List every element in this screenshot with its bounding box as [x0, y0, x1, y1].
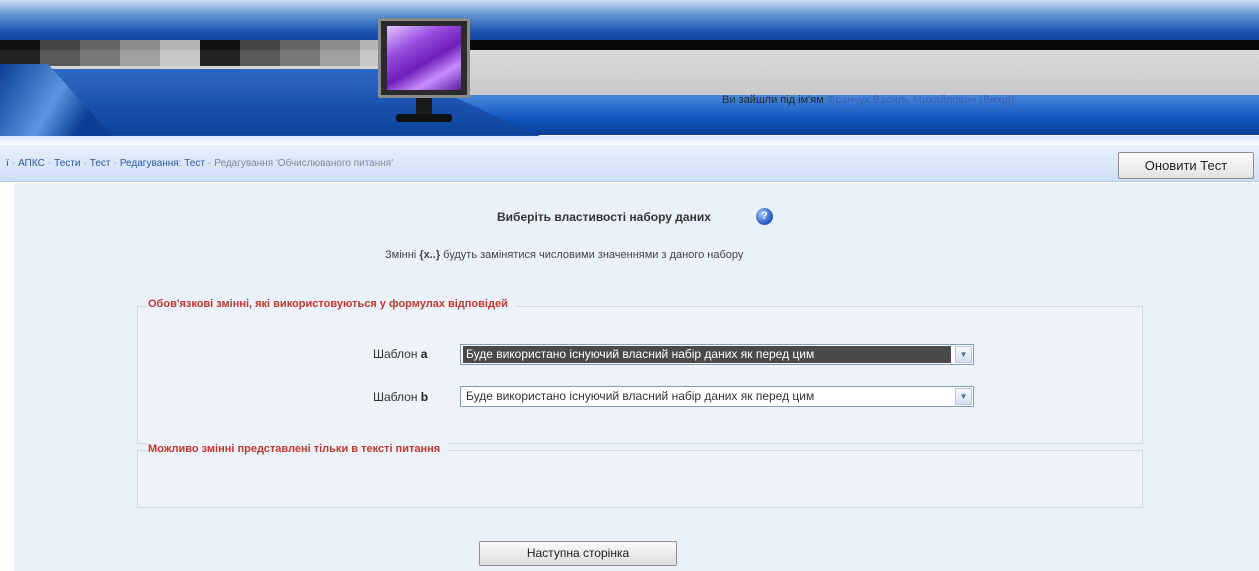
- breadcrumb-separator: -: [207, 158, 212, 169]
- breadcrumb-separator: -: [47, 158, 52, 169]
- monitor-logo-icon: [378, 18, 470, 126]
- possible-variables-legend: Можливо змінні представлені тільки в тек…: [148, 443, 449, 455]
- login-info: Ви зайшли під ім'ям Франчук Василь Михай…: [722, 94, 1015, 106]
- logout-link[interactable]: (Вихід): [979, 94, 1014, 106]
- help-icon[interactable]: ?: [756, 208, 773, 225]
- mandatory-variables-fieldset: [137, 306, 1143, 444]
- user-name-link[interactable]: Франчук Василь Михайлович: [827, 94, 976, 106]
- breadcrumb-separator: -: [83, 158, 87, 169]
- page: Ви зайшли під ім'ям Франчук Василь Михай…: [0, 0, 1259, 571]
- chevron-down-icon[interactable]: ▼: [955, 346, 972, 363]
- breadcrumb-separator: -: [113, 158, 117, 169]
- template-a-select[interactable]: Буде використано існуючий власний набір …: [460, 344, 974, 365]
- mandatory-variables-legend: Обов'язкові змінні, які використовуються…: [148, 298, 516, 310]
- template-b-select[interactable]: Буде використано існуючий власний набір …: [460, 386, 974, 407]
- breadcrumb-item-home[interactable]: ї: [6, 158, 9, 169]
- breadcrumb-item-quiz[interactable]: Тест: [90, 158, 111, 169]
- breadcrumb-separator: -: [11, 158, 16, 169]
- breadcrumb-item-edit-quiz[interactable]: Редагування: Тест: [120, 158, 205, 169]
- navbar: ї - АПКС - Тести - Тест - Редагування: Тест - Реда…: [0, 145, 1259, 182]
- possible-variables-fieldset: [137, 450, 1143, 508]
- template-b-label: Шаблон b: [373, 390, 429, 404]
- next-page-button[interactable]: Наступна сторінка: [479, 541, 677, 566]
- breadcrumb-item-quizzes[interactable]: Тести: [54, 158, 80, 169]
- template-a-label: Шаблон a: [373, 347, 428, 361]
- breadcrumb-item-course[interactable]: АПКС: [18, 158, 45, 169]
- header-stripes: [0, 40, 380, 66]
- site-header: Ви зайшли під ім'ям Франчук Василь Михай…: [0, 0, 1259, 145]
- page-title: Виберіть властивості набору даних: [497, 210, 711, 224]
- intro-text: Змінні {x..} будуть замінятися числовими…: [385, 249, 744, 261]
- update-quiz-button[interactable]: Оновити Тест: [1118, 152, 1254, 179]
- breadcrumb: ї - АПКС - Тести - Тест - Редагування: Тест - Реда…: [6, 158, 393, 169]
- chevron-down-icon[interactable]: ▼: [955, 388, 972, 405]
- login-prefix: Ви зайшли під ім'ям: [722, 94, 824, 106]
- breadcrumb-item-current: Редагування 'Обчислюваного питання': [214, 158, 394, 169]
